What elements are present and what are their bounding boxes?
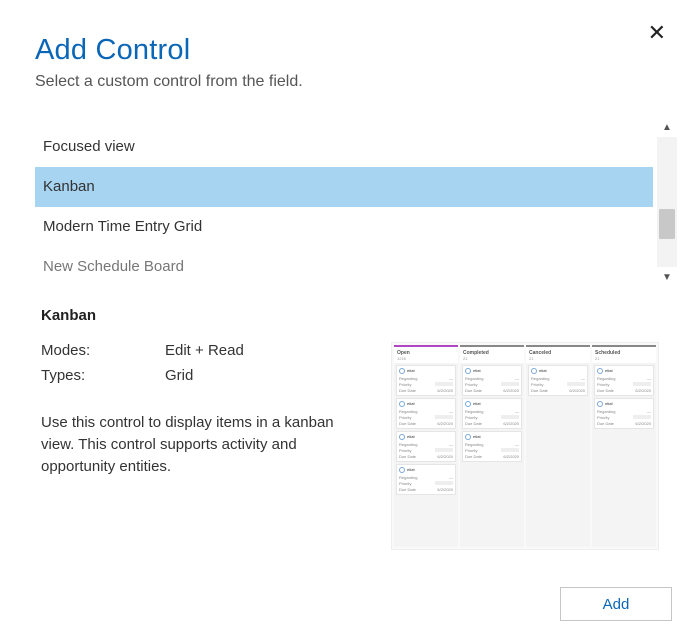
list-item[interactable]: Kanban — [35, 167, 653, 207]
kanban-column: Open1216etiatRegarding—PriorityDue Date6… — [394, 345, 458, 547]
types-value: Grid — [165, 367, 193, 384]
kanban-preview-image: Open1216etiatRegarding—PriorityDue Date6… — [391, 342, 659, 550]
scroll-down-icon[interactable]: ▼ — [657, 267, 677, 287]
kanban-card: etiatRegarding—PriorityDue Date6/2/2020 — [396, 464, 456, 495]
kanban-card: etiatRegarding—PriorityDue Date6/2/2020 — [396, 365, 456, 396]
types-label: Types: — [41, 367, 165, 384]
list-item[interactable]: FindSlots_GridControl_Name — [35, 117, 653, 127]
dialog-title: Add Control — [35, 34, 696, 67]
kanban-card: etiatRegarding—PriorityDue Date6/2/2020 — [396, 398, 456, 429]
kanban-card: etiatRegarding—PriorityDue Date6/2/2020 — [462, 431, 522, 462]
control-details: Kanban Modes: Edit + Read Types: Grid Us… — [35, 307, 675, 550]
scroll-up-icon[interactable]: ▲ — [657, 117, 677, 137]
scrollbar: ▲ ▼ — [657, 117, 677, 287]
kanban-card: etiatRegarding—PriorityDue Date6/2/2020 — [462, 365, 522, 396]
kanban-card: etiatRegarding—PriorityDue Date6/2/2020 — [528, 365, 588, 396]
list-item[interactable]: New Schedule Board — [35, 247, 653, 287]
kanban-column: Scheduled21etiatRegarding—PriorityDue Da… — [592, 345, 656, 547]
details-title: Kanban — [35, 307, 675, 324]
dialog-header: Add Control Select a custom control from… — [0, 0, 696, 91]
kanban-card: etiatRegarding—PriorityDue Date6/2/2020 — [594, 398, 654, 429]
scrollbar-thumb[interactable] — [659, 209, 675, 239]
control-list-viewport[interactable]: FindSlots_GridControl_NameFocused viewKa… — [35, 117, 653, 287]
kanban-column: Canceled21etiatRegarding—PriorityDue Dat… — [526, 345, 590, 547]
add-control-dialog: ✕ Add Control Select a custom control fr… — [0, 0, 696, 639]
modes-label: Modes: — [41, 342, 165, 359]
scrollbar-track[interactable] — [657, 137, 677, 267]
close-icon[interactable]: ✕ — [648, 22, 666, 44]
kanban-card: etiatRegarding—PriorityDue Date6/2/2020 — [462, 398, 522, 429]
kanban-column: Completed21etiatRegarding—PriorityDue Da… — [460, 345, 524, 547]
dialog-subtitle: Select a custom control from the field. — [35, 73, 696, 91]
list-item[interactable]: Modern Time Entry Grid — [35, 207, 653, 247]
details-description: Use this control to display items in a k… — [41, 412, 351, 477]
kanban-card: etiatRegarding—PriorityDue Date6/2/2020 — [594, 365, 654, 396]
kanban-card: etiatRegarding—PriorityDue Date6/2/2020 — [396, 431, 456, 462]
list-item[interactable]: Focused view — [35, 127, 653, 167]
control-list: FindSlots_GridControl_NameFocused viewKa… — [35, 117, 677, 287]
dialog-footer: Add — [560, 587, 672, 621]
modes-value: Edit + Read — [165, 342, 244, 359]
add-button[interactable]: Add — [560, 587, 672, 621]
